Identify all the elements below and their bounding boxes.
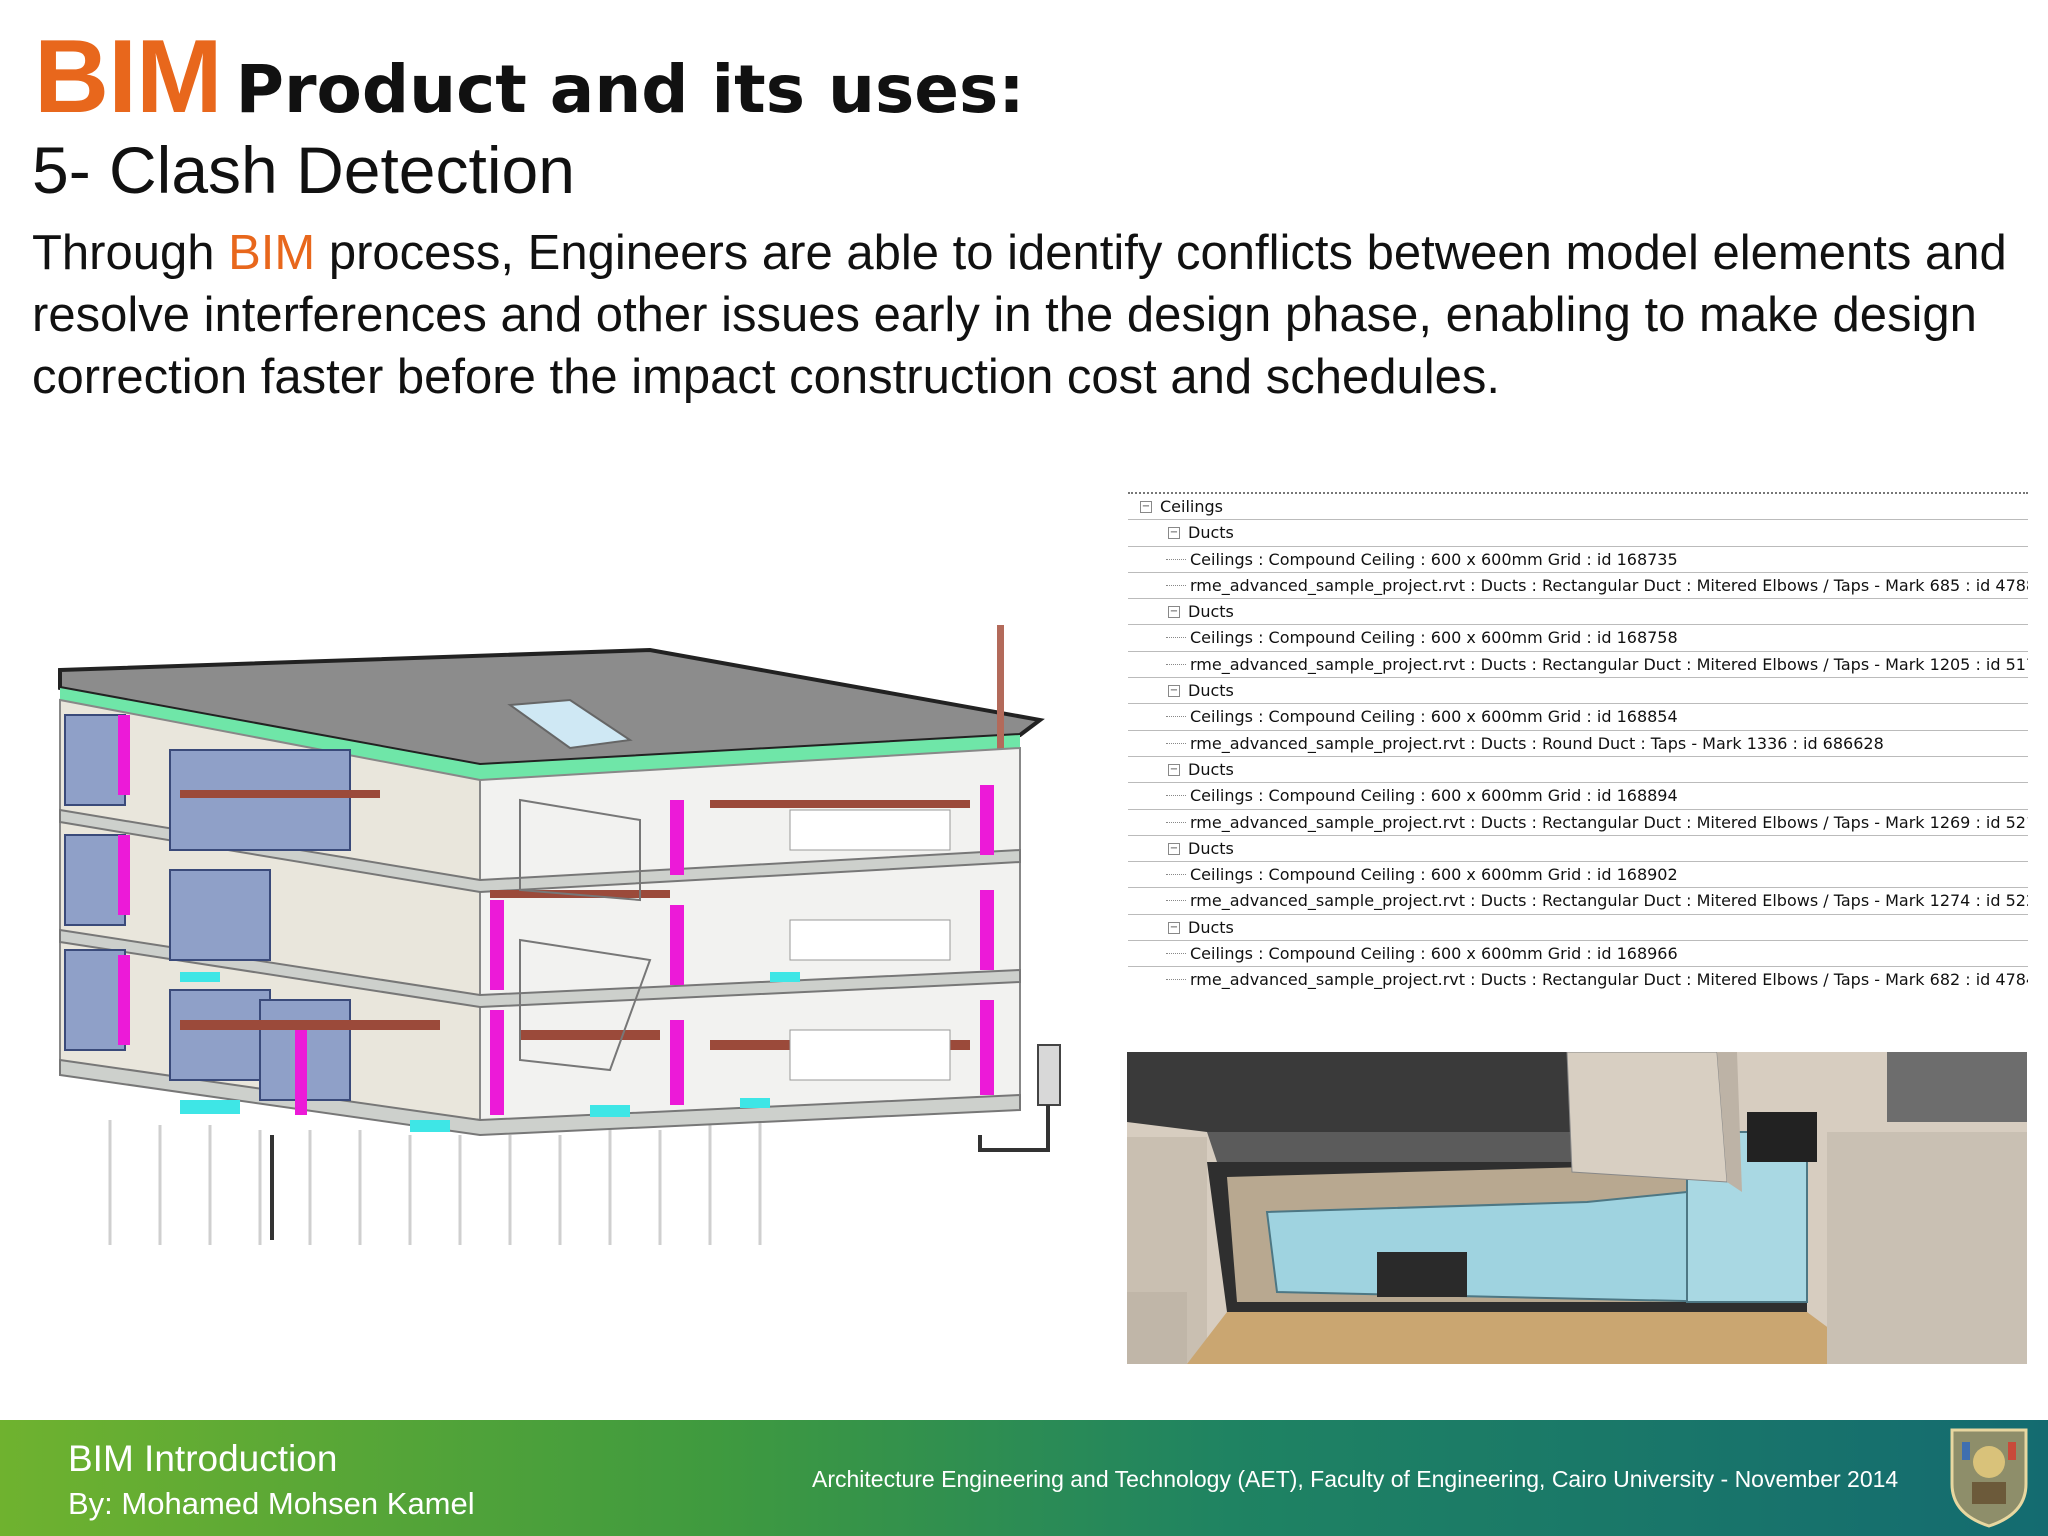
tree-connector <box>1166 795 1186 797</box>
clash-item-row[interactable]: Ceilings : Compound Ceiling : 600 x 600m… <box>1128 625 2028 652</box>
collapse-icon[interactable]: − <box>1168 763 1180 776</box>
clash-item-row[interactable]: Ceilings : Compound Ceiling : 600 x 600m… <box>1128 704 2028 731</box>
tree-connector <box>1166 953 1186 955</box>
clash-item-row[interactable]: Ceilings : Compound Ceiling : 600 x 600m… <box>1128 941 2028 968</box>
building-section-model-image <box>58 625 1061 1245</box>
tree-row-label: Ducts <box>1188 838 1234 858</box>
clash-group-row[interactable]: − Ducts <box>1128 599 2028 626</box>
para-prefix: Through <box>32 226 229 280</box>
title-highlight: BIM <box>34 19 223 135</box>
tree-row-label: Ceilings : Compound Ceiling : 600 x 600m… <box>1190 944 1678 964</box>
tree-row-label: Ceilings : Compound Ceiling : 600 x 600m… <box>1190 549 1678 569</box>
tree-row-label: Ceilings <box>1160 497 1223 516</box>
tree-connector <box>1166 979 1186 981</box>
tree-connector <box>1166 637 1186 639</box>
tree-row-label: Ceilings : Compound Ceiling : 600 x 600m… <box>1190 786 1678 806</box>
footer-bar: BIM Introduction By: Mohamed Mohsen Kame… <box>0 1420 2048 1536</box>
tree-row-label: Ducts <box>1188 602 1234 622</box>
clash-item-row[interactable]: rme_advanced_sample_project.rvt : Ducts … <box>1128 652 2028 679</box>
slide-title: BIM Product and its uses: <box>34 18 1025 137</box>
tree-row-label: Ceilings : Compound Ceiling : 600 x 600m… <box>1190 628 1678 648</box>
collapse-icon[interactable]: − <box>1168 527 1180 540</box>
tree-row-label: rme_advanced_sample_project.rvt : Ducts … <box>1190 970 2028 990</box>
footer-author: By: Mohamed Mohsen Kamel <box>68 1486 475 1521</box>
tree-row-label: rme_advanced_sample_project.rvt : Ducts … <box>1190 891 2028 911</box>
collapse-icon[interactable]: − <box>1168 606 1180 619</box>
tree-row-label: Ducts <box>1188 759 1234 779</box>
cairo-university-seal-icon <box>1950 1428 2028 1528</box>
footer-institution: Architecture Engineering and Technology … <box>812 1466 1899 1492</box>
clash-group-row[interactable]: − Ducts <box>1128 836 2028 863</box>
tree-connector <box>1166 821 1186 824</box>
tree-row-label: rme_advanced_sample_project.rvt : Ducts … <box>1190 733 1884 753</box>
tree-row-label: Ducts <box>1188 523 1234 543</box>
para-highlight: BIM <box>228 226 316 280</box>
clash-item-row[interactable]: rme_advanced_sample_project.rvt : Ducts … <box>1128 573 2028 600</box>
title-text: Product and its uses: <box>235 51 1025 128</box>
slide-subtitle: 5- Clash Detection <box>32 133 575 207</box>
clash-item-row[interactable]: rme_advanced_sample_project.rvt : Ducts … <box>1128 810 2028 836</box>
clash-group-row[interactable]: − Ducts <box>1128 915 2028 942</box>
clash-group-row[interactable]: − Ceilings <box>1128 494 2028 521</box>
collapse-icon[interactable]: − <box>1168 685 1180 698</box>
tree-connector <box>1166 874 1186 876</box>
tree-row-label: rme_advanced_sample_project.rvt : Ducts … <box>1190 654 2028 674</box>
tree-connector <box>1166 584 1186 587</box>
tree-connector <box>1166 716 1186 718</box>
tree-row-label: Ducts <box>1188 681 1234 701</box>
tree-connector <box>1166 558 1186 561</box>
clash-item-row[interactable]: Ceilings : Compound Ceiling : 600 x 600m… <box>1128 862 2028 889</box>
collapse-icon[interactable]: − <box>1140 501 1152 513</box>
tree-row-label: Ceilings : Compound Ceiling : 600 x 600m… <box>1190 707 1678 727</box>
clash-item-row[interactable]: Ceilings : Compound Ceiling : 600 x 600m… <box>1128 547 2028 573</box>
tree-connector <box>1166 663 1186 666</box>
tree-connector <box>1166 742 1186 745</box>
collapse-icon[interactable]: − <box>1168 842 1180 855</box>
clash-group-row[interactable]: − Ducts <box>1128 678 2028 705</box>
clash-report-tree[interactable]: − Ceilings − Ducts Ceilings : Compound Ceili… <box>1128 492 2028 992</box>
footer-course: BIM Introduction <box>68 1438 338 1479</box>
tree-row-label: rme_advanced_sample_project.rvt : Ducts … <box>1190 812 2028 832</box>
tree-row-label: rme_advanced_sample_project.rvt : Ducts … <box>1190 575 2028 595</box>
tree-row-label: Ceilings : Compound Ceiling : 600 x 600m… <box>1190 865 1678 885</box>
clash-group-row[interactable]: − Ducts <box>1128 757 2028 784</box>
duct-clash-render-image <box>1127 1052 2027 1364</box>
tree-row-label: Ducts <box>1188 917 1234 937</box>
clash-item-row[interactable]: rme_advanced_sample_project.rvt : Ducts … <box>1128 967 2028 992</box>
clash-item-row[interactable]: rme_advanced_sample_project.rvt : Ducts … <box>1128 888 2028 915</box>
clash-group-row[interactable]: − Ducts <box>1128 520 2028 547</box>
para-suffix: process, Engineers are able to identify … <box>32 226 2007 404</box>
clash-item-row[interactable]: Ceilings : Compound Ceiling : 600 x 600m… <box>1128 783 2028 810</box>
collapse-icon[interactable]: − <box>1168 921 1180 934</box>
description-paragraph: Through BIM process, Engineers are able … <box>32 222 2022 408</box>
clash-item-row[interactable]: rme_advanced_sample_project.rvt : Ducts … <box>1128 731 2028 757</box>
tree-connector <box>1166 900 1186 902</box>
